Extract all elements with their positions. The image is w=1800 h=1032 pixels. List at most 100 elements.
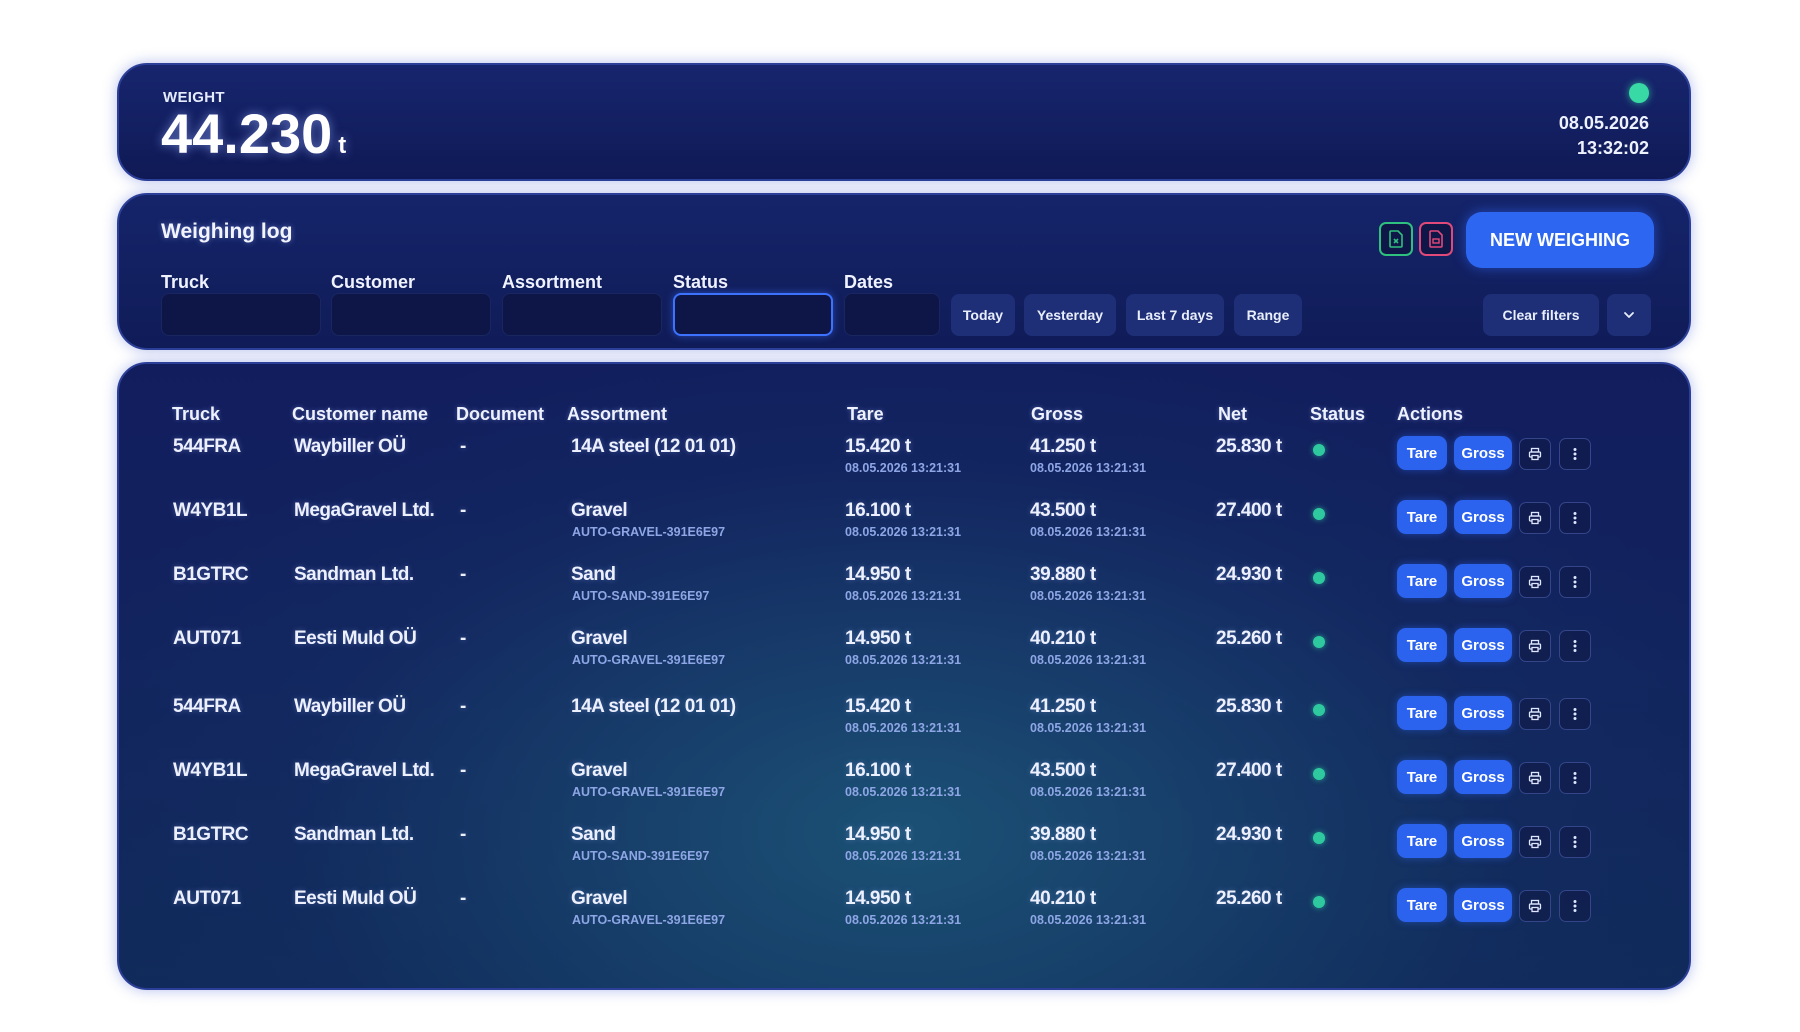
tare-time: 08.05.2026 13:21:31 xyxy=(845,589,962,603)
tare-button[interactable]: Tare xyxy=(1397,564,1447,598)
yesterday-button[interactable]: Yesterday xyxy=(1024,294,1116,336)
truck-cell: 544FRA xyxy=(173,436,241,457)
tare-button[interactable]: Tare xyxy=(1397,500,1447,534)
column-header-actions: Actions xyxy=(1397,404,1464,424)
more-actions-button[interactable] xyxy=(1559,566,1591,598)
tare-cell: 14.950 t xyxy=(845,628,911,649)
more-vertical-icon xyxy=(1573,640,1577,652)
assortment-cell: 14A steel (12 01 01) xyxy=(571,696,736,717)
dates-filter-input[interactable] xyxy=(844,293,940,336)
column-header-truck[interactable]: Truck xyxy=(172,404,220,425)
gross-button[interactable]: Gross xyxy=(1454,564,1512,598)
table-row[interactable]: B1GTRC Sandman Ltd. - Sand AUTO-SAND-391E6E9… xyxy=(119,554,1689,614)
clear-filters-button[interactable]: Clear filters xyxy=(1483,294,1599,336)
truck-cell: B1GTRC xyxy=(173,564,249,585)
gross-button[interactable]: Gross xyxy=(1454,824,1512,858)
table-row[interactable]: 544FRA Waybiller OÜ - 14A steel (12 01 01) 1… xyxy=(119,426,1689,486)
assortment-code: AUTO-SAND-391E6E97 xyxy=(572,849,710,863)
column-header-customer[interactable]: Customer name xyxy=(292,404,428,425)
export-pdf-button[interactable] xyxy=(1419,222,1453,256)
gross-cell: 41.250 t xyxy=(1030,696,1096,717)
column-header-tare[interactable]: Tare xyxy=(847,404,884,425)
tare-button[interactable]: Tare xyxy=(1397,824,1447,858)
table-row[interactable]: 544FRA Waybiller OÜ - 14A steel (12 01 01) 1… xyxy=(119,686,1689,746)
gross-cell: 40.210 t xyxy=(1030,628,1096,649)
printer-icon xyxy=(1528,835,1542,849)
customer-cell: Eesti Muld OÜ xyxy=(294,888,417,909)
table-row[interactable]: AUT071 Eesti Muld OÜ - Gravel AUTO-GRAVEL-39… xyxy=(119,878,1689,938)
print-button[interactable] xyxy=(1519,890,1551,922)
pdf-file-icon xyxy=(1429,230,1443,248)
current-date: 08.05.2026 xyxy=(1558,113,1649,133)
expand-filters-button[interactable] xyxy=(1607,294,1651,336)
truck-cell: W4YB1L xyxy=(173,760,248,781)
print-button[interactable] xyxy=(1519,502,1551,534)
tare-button[interactable]: Tare xyxy=(1397,436,1447,470)
gross-button[interactable]: Gross xyxy=(1454,760,1512,794)
tare-button[interactable]: Tare xyxy=(1397,888,1447,922)
tare-cell: 16.100 t xyxy=(845,760,911,781)
current-time: 13:32:02 xyxy=(1576,138,1649,158)
print-button[interactable] xyxy=(1519,698,1551,730)
customer-cell: MegaGravel Ltd. xyxy=(294,760,435,781)
tare-button[interactable]: Tare xyxy=(1397,760,1447,794)
weight-value: 44.230 t xyxy=(161,101,346,166)
more-vertical-icon xyxy=(1573,772,1577,784)
assortment-cell: Gravel xyxy=(571,628,628,649)
tare-cell: 15.420 t xyxy=(845,696,911,717)
customer-cell: Eesti Muld OÜ xyxy=(294,628,417,649)
gross-cell: 40.210 t xyxy=(1030,888,1096,909)
assortment-filter-input[interactable] xyxy=(502,293,662,336)
weight-display-panel: WEIGHT 44.230 t 08.05.2026 13:32:02 xyxy=(117,63,1691,181)
customer-filter-input[interactable] xyxy=(331,293,491,336)
assortment-cell: Gravel xyxy=(571,760,628,781)
range-button[interactable]: Range xyxy=(1234,294,1302,336)
column-header-net[interactable]: Net xyxy=(1218,404,1247,425)
table-row[interactable]: W4YB1L MegaGravel Ltd. - Gravel AUTO-GRAVEL-… xyxy=(119,750,1689,810)
gross-button[interactable]: Gross xyxy=(1454,888,1512,922)
more-actions-button[interactable] xyxy=(1559,890,1591,922)
table-row[interactable]: W4YB1L MegaGravel Ltd. - Gravel AUTO-GRAVEL-… xyxy=(119,490,1689,550)
tare-time: 08.05.2026 13:21:31 xyxy=(845,653,962,667)
column-header-gross[interactable]: Gross xyxy=(1031,404,1083,425)
more-vertical-icon xyxy=(1573,900,1577,912)
gross-cell: 43.500 t xyxy=(1030,760,1096,781)
more-actions-button[interactable] xyxy=(1559,698,1591,730)
status-dot xyxy=(1313,572,1325,584)
gross-button[interactable]: Gross xyxy=(1454,628,1512,662)
gross-button[interactable]: Gross xyxy=(1454,500,1512,534)
truck-filter-input[interactable] xyxy=(161,293,321,336)
print-button[interactable] xyxy=(1519,630,1551,662)
more-actions-button[interactable] xyxy=(1559,630,1591,662)
table-row[interactable]: AUT071 Eesti Muld OÜ - Gravel AUTO-GRAVEL-39… xyxy=(119,618,1689,678)
print-button[interactable] xyxy=(1519,566,1551,598)
column-header-assortment[interactable]: Assortment xyxy=(567,404,667,425)
more-actions-button[interactable] xyxy=(1559,502,1591,534)
tare-button[interactable]: Tare xyxy=(1397,628,1447,662)
tare-button[interactable]: Tare xyxy=(1397,696,1447,730)
more-actions-button[interactable] xyxy=(1559,438,1591,470)
print-button[interactable] xyxy=(1519,826,1551,858)
gross-time: 08.05.2026 13:21:31 xyxy=(1030,785,1147,799)
gross-button[interactable]: Gross xyxy=(1454,696,1512,730)
today-button[interactable]: Today xyxy=(951,294,1015,336)
last-7-days-button[interactable]: Last 7 days xyxy=(1126,294,1224,336)
tare-cell: 14.950 t xyxy=(845,824,911,845)
net-cell: 25.830 t xyxy=(1216,436,1282,457)
net-cell: 25.260 t xyxy=(1216,628,1282,649)
new-weighing-button[interactable]: NEW WEIGHING xyxy=(1466,212,1654,268)
printer-icon xyxy=(1528,771,1542,785)
more-actions-button[interactable] xyxy=(1559,762,1591,794)
document-cell: - xyxy=(460,760,466,781)
status-filter-input[interactable] xyxy=(673,293,833,336)
export-excel-button[interactable] xyxy=(1379,222,1413,256)
print-button[interactable] xyxy=(1519,438,1551,470)
status-dot xyxy=(1313,704,1325,716)
print-button[interactable] xyxy=(1519,762,1551,794)
column-header-status[interactable]: Status xyxy=(1310,404,1365,425)
table-row[interactable]: B1GTRC Sandman Ltd. - Sand AUTO-SAND-391E6E9… xyxy=(119,814,1689,874)
gross-button[interactable]: Gross xyxy=(1454,436,1512,470)
gross-cell: 43.500 t xyxy=(1030,500,1096,521)
column-header-document[interactable]: Document xyxy=(456,404,544,425)
more-actions-button[interactable] xyxy=(1559,826,1591,858)
